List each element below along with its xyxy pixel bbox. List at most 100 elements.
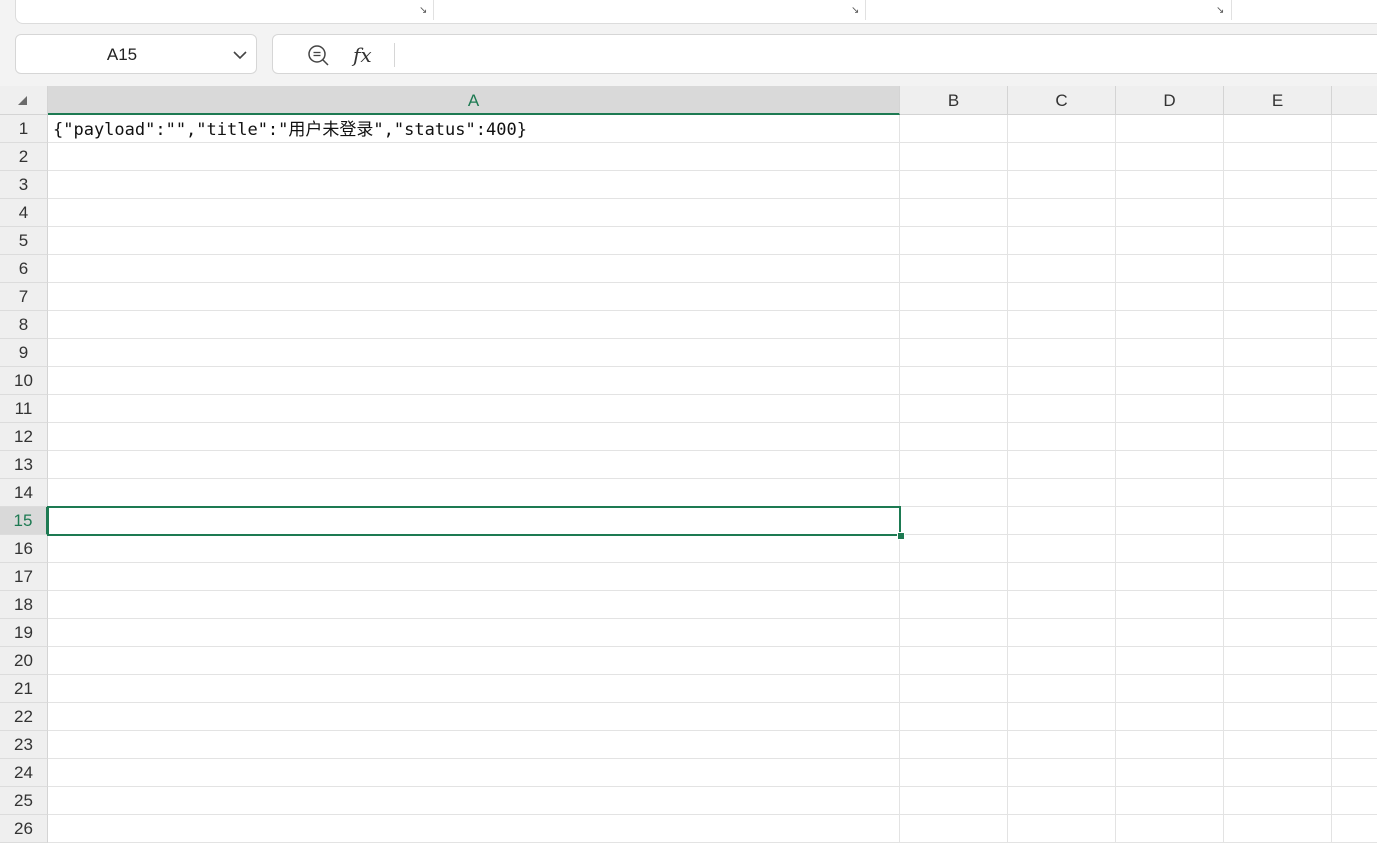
cell[interactable] (900, 115, 1008, 143)
cell[interactable] (1008, 759, 1116, 787)
cell[interactable] (1008, 395, 1116, 423)
cell[interactable] (900, 675, 1008, 703)
cell[interactable] (1224, 311, 1332, 339)
cell[interactable] (1332, 619, 1377, 647)
row-header[interactable]: 20 (0, 647, 48, 675)
cell[interactable] (900, 143, 1008, 171)
row-header[interactable]: 14 (0, 479, 48, 507)
cell[interactable] (1224, 227, 1332, 255)
cell[interactable] (1332, 703, 1377, 731)
cell[interactable] (1008, 451, 1116, 479)
cell[interactable] (900, 731, 1008, 759)
cell[interactable] (1224, 115, 1332, 143)
cell[interactable] (1116, 115, 1224, 143)
cell[interactable] (48, 171, 900, 199)
column-header-next[interactable] (1332, 86, 1377, 115)
cell[interactable] (1224, 703, 1332, 731)
cell[interactable] (1224, 339, 1332, 367)
cell[interactable] (1116, 591, 1224, 619)
cell[interactable] (48, 479, 900, 507)
cell[interactable] (48, 367, 900, 395)
row-header[interactable]: 15 (0, 507, 48, 535)
cell[interactable] (1008, 199, 1116, 227)
cell[interactable] (1224, 591, 1332, 619)
row-header[interactable]: 1 (0, 115, 48, 143)
formula-input[interactable] (403, 43, 1363, 67)
row-header[interactable]: 12 (0, 423, 48, 451)
cell[interactable] (1332, 787, 1377, 815)
cell[interactable] (1332, 591, 1377, 619)
cell[interactable] (48, 283, 900, 311)
cell[interactable] (1332, 815, 1377, 843)
cell[interactable] (1008, 479, 1116, 507)
cell[interactable] (1116, 311, 1224, 339)
cell[interactable] (1224, 647, 1332, 675)
cell[interactable] (1116, 563, 1224, 591)
cell[interactable] (48, 507, 900, 535)
cell[interactable] (1332, 115, 1377, 143)
cell[interactable] (1008, 507, 1116, 535)
column-header-c[interactable]: C (1008, 86, 1116, 115)
cell[interactable] (1116, 395, 1224, 423)
cell[interactable] (900, 367, 1008, 395)
cell[interactable] (48, 199, 900, 227)
cell[interactable] (1116, 367, 1224, 395)
cell[interactable] (1008, 535, 1116, 563)
cell[interactable] (1008, 171, 1116, 199)
cell[interactable] (1008, 367, 1116, 395)
row-header[interactable]: 26 (0, 815, 48, 843)
cell[interactable] (1224, 395, 1332, 423)
cell[interactable] (48, 255, 900, 283)
chevron-down-icon[interactable] (232, 47, 248, 63)
cell[interactable] (1224, 479, 1332, 507)
cell[interactable] (1116, 199, 1224, 227)
cell[interactable] (900, 311, 1008, 339)
cell[interactable] (48, 703, 900, 731)
cell[interactable] (48, 143, 900, 171)
cell[interactable] (1008, 115, 1116, 143)
cell[interactable] (1224, 759, 1332, 787)
cell[interactable] (1332, 171, 1377, 199)
cell[interactable] (1116, 787, 1224, 815)
select-all-triangle-icon[interactable] (18, 96, 27, 105)
row-header[interactable]: 24 (0, 759, 48, 787)
column-header-e[interactable]: E (1224, 86, 1332, 115)
cell[interactable] (1332, 423, 1377, 451)
cell[interactable] (1116, 423, 1224, 451)
row-header[interactable]: 17 (0, 563, 48, 591)
cell[interactable] (900, 759, 1008, 787)
cell[interactable] (1116, 759, 1224, 787)
row-header[interactable]: 7 (0, 283, 48, 311)
cell[interactable] (1116, 283, 1224, 311)
cell[interactable] (900, 199, 1008, 227)
cell[interactable] (1332, 535, 1377, 563)
cell[interactable] (1008, 283, 1116, 311)
cell[interactable] (1332, 731, 1377, 759)
cell[interactable] (1332, 367, 1377, 395)
cell[interactable] (1116, 143, 1224, 171)
row-header[interactable]: 10 (0, 367, 48, 395)
cell[interactable] (900, 171, 1008, 199)
cell[interactable] (1008, 647, 1116, 675)
cell[interactable] (1224, 675, 1332, 703)
select-all-button[interactable] (0, 86, 48, 115)
cell[interactable] (1008, 255, 1116, 283)
cell[interactable] (1008, 815, 1116, 843)
row-header[interactable]: 16 (0, 535, 48, 563)
cell[interactable] (1224, 619, 1332, 647)
cell[interactable] (48, 451, 900, 479)
row-header[interactable]: 4 (0, 199, 48, 227)
cell[interactable] (1008, 339, 1116, 367)
cell[interactable] (48, 339, 900, 367)
cell[interactable] (1332, 647, 1377, 675)
cell[interactable] (1332, 339, 1377, 367)
cell[interactable] (1224, 731, 1332, 759)
cell[interactable] (1116, 451, 1224, 479)
zoom-formula-icon[interactable] (307, 44, 329, 66)
column-header-a[interactable]: A (48, 86, 900, 115)
fill-handle[interactable] (897, 532, 905, 540)
cell[interactable] (48, 787, 900, 815)
cell[interactable] (1008, 787, 1116, 815)
cell[interactable] (48, 619, 900, 647)
cell[interactable] (1008, 591, 1116, 619)
